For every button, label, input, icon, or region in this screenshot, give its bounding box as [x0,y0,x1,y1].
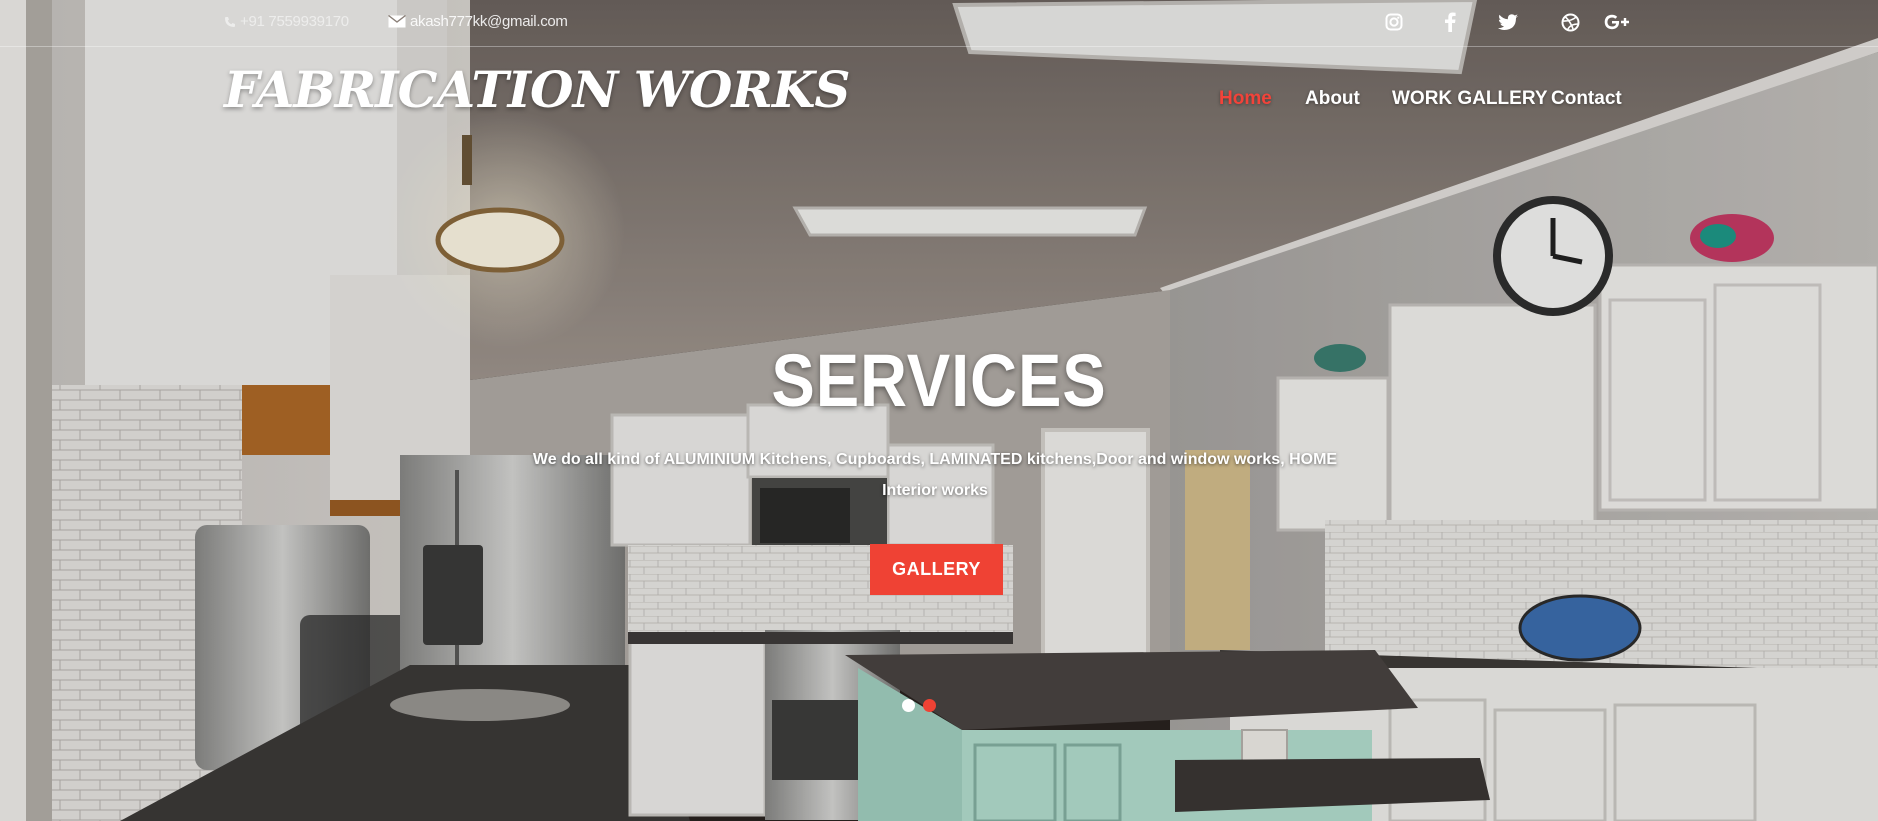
nav-work-gallery[interactable]: WORK GALLERY [1392,88,1548,110]
phone-contact[interactable]: +91 7559939170 [224,13,349,30]
google-plus-icon[interactable] [1602,10,1632,34]
instagram-icon[interactable] [1382,10,1406,34]
social-links [1382,10,1632,34]
envelope-icon [388,15,406,28]
phone-icon [224,16,236,28]
facebook-icon[interactable] [1438,10,1462,34]
nav-home[interactable]: Home [1219,88,1272,110]
nav-about[interactable]: About [1305,88,1360,110]
hero-title: SERVICES [771,339,1107,422]
top-contact-bar: +91 7559939170 akash777kk@gmail.com [0,0,1878,47]
slide-dot-1[interactable] [902,699,915,712]
hero-subtitle: We do all kind of ALUMINIUM Kitchens, Cu… [532,451,1338,499]
slider-indicators [902,699,936,712]
email-contact[interactable]: akash777kk@gmail.com [388,13,568,30]
gallery-button[interactable]: GALLERY [870,544,1003,595]
email-address: akash777kk@gmail.com [410,13,568,30]
nav-contact[interactable]: Contact [1551,88,1622,110]
twitter-icon[interactable] [1496,10,1520,34]
slide-dot-2[interactable] [923,699,936,712]
phone-number: +91 7559939170 [240,13,349,30]
dribbble-icon[interactable] [1558,10,1582,34]
site-logo[interactable]: FABRICATION WORKS [224,60,851,119]
